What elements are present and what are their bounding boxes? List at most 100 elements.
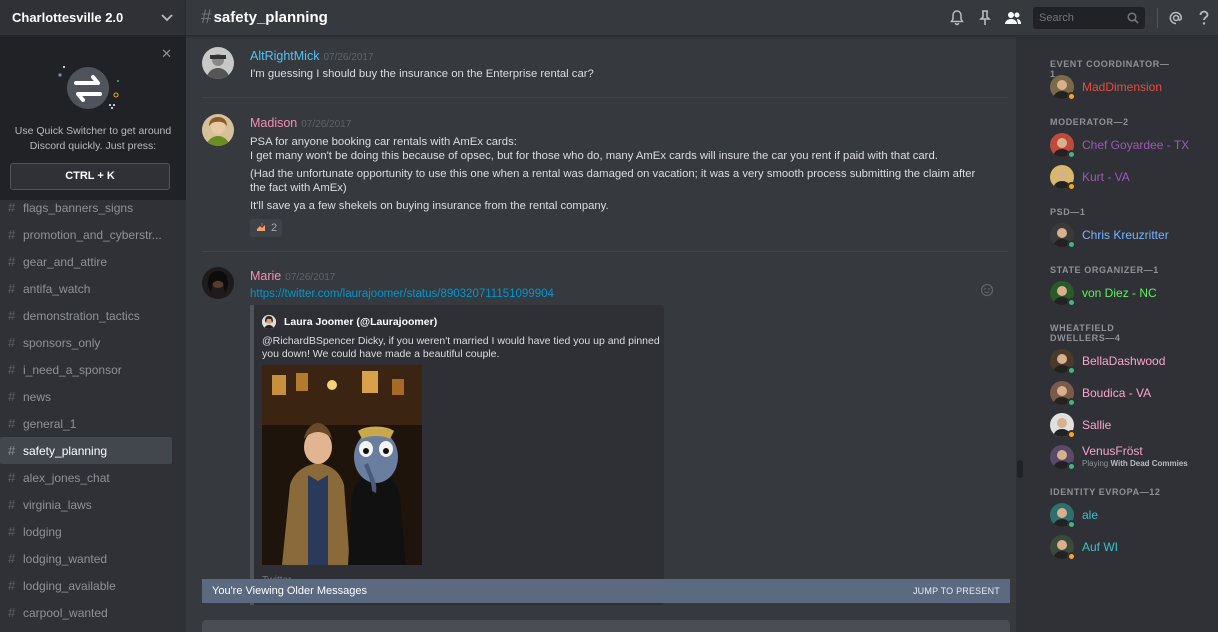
role-header: WHEATFIELD DWELLERS—4 xyxy=(1050,323,1121,343)
message-author[interactable]: Madison xyxy=(250,116,297,130)
member-item[interactable]: von Diez - NC xyxy=(1050,279,1210,307)
jump-to-present-button[interactable]: JUMP TO PRESENT xyxy=(913,586,1000,596)
message-scrollbar[interactable] xyxy=(1016,37,1024,632)
member-item[interactable]: Auf WI xyxy=(1050,533,1210,561)
status-indicator xyxy=(1067,398,1076,407)
shortcut-key: CTRL + K xyxy=(10,163,170,190)
message-composer[interactable] xyxy=(202,620,1010,632)
role-header: STATE ORGANIZER—1 xyxy=(1050,265,1159,275)
older-messages-bar: You're Viewing Older Messages JUMP TO PR… xyxy=(202,579,1010,603)
search-box[interactable] xyxy=(1033,7,1145,29)
chevron-down-icon[interactable] xyxy=(160,11,174,25)
message-body: AltRightMick 07/26/2017 I'm guessing I sh… xyxy=(250,47,990,81)
toolbar-divider xyxy=(1157,8,1158,28)
message-timestamp: 07/26/2017 xyxy=(301,119,352,130)
server-name: Charlottesville 2.0 xyxy=(12,10,124,25)
status-indicator xyxy=(1067,366,1076,375)
channel-hash-icon: # xyxy=(8,497,16,512)
quick-switcher-tip: ✕ Use Quick Switcher to get around Disco… xyxy=(0,37,186,200)
close-icon[interactable]: ✕ xyxy=(161,47,172,60)
channel-item[interactable]: # sponsors_only xyxy=(0,329,172,356)
status-indicator xyxy=(1067,240,1076,249)
channel-item[interactable]: # lodging xyxy=(0,518,172,545)
status-indicator xyxy=(1067,430,1076,439)
channel-item[interactable]: # news xyxy=(0,383,172,410)
mention-icon[interactable] xyxy=(1162,0,1190,36)
members-icon[interactable] xyxy=(999,0,1027,36)
member-name: ale xyxy=(1082,508,1099,522)
message-author[interactable]: Marie xyxy=(250,269,281,283)
member-name: Auf WI xyxy=(1082,540,1119,554)
channel-hash-icon: # xyxy=(8,605,16,620)
member-item[interactable]: VenusFröst Playing With Dead Commies xyxy=(1050,443,1210,471)
avatar[interactable] xyxy=(202,47,234,79)
channel-item[interactable]: # demonstration_tactics xyxy=(0,302,172,329)
channel-name: lodging_available xyxy=(23,578,116,593)
channel-item[interactable]: # antifa_watch xyxy=(0,275,172,302)
member-item[interactable]: Kurt - VA xyxy=(1050,163,1210,191)
channel-name: lodging xyxy=(23,524,62,539)
message-text: I get many won't be doing this because o… xyxy=(250,150,938,162)
channel-item[interactable]: # i_need_a_sponsor xyxy=(0,356,172,383)
message-link[interactable]: https://twitter.com/laurajoomer/status/8… xyxy=(250,288,990,300)
member-item[interactable]: Chef Goyardee - TX xyxy=(1050,131,1210,159)
message-text: It'll save ya a few shekels on buying in… xyxy=(250,200,609,212)
channel-hash-icon: # xyxy=(8,335,16,350)
member-item[interactable]: MadDimension xyxy=(1050,73,1210,101)
channel-name: lodging_wanted xyxy=(23,551,108,566)
channel-name: promotion_and_cyberstr... xyxy=(23,227,162,242)
member-name: BellaDashwood xyxy=(1082,354,1166,368)
channel-item[interactable]: # virginia_laws xyxy=(0,491,172,518)
message-divider xyxy=(202,97,1008,98)
embed-image[interactable] xyxy=(262,365,422,565)
status-indicator xyxy=(1067,298,1076,307)
channel-name: flags_banners_signs xyxy=(23,200,134,215)
member-name: MadDimension xyxy=(1082,80,1163,94)
member-item[interactable]: BellaDashwood xyxy=(1050,347,1210,375)
reaction[interactable]: 2 xyxy=(250,219,283,237)
quick-switcher-text: Use Quick Switcher to get around Discord… xyxy=(14,125,172,152)
member-item[interactable]: Chris Kreuzritter xyxy=(1050,221,1210,249)
channel-name: alex_jones_chat xyxy=(23,470,110,485)
channel-item[interactable]: # promotion_and_cyberstr... xyxy=(0,221,172,248)
avatar[interactable] xyxy=(202,114,234,146)
channel-hash-icon: # xyxy=(8,524,16,539)
avatar[interactable] xyxy=(202,267,234,299)
channel-list: # flags_banners_signs # promotion_and_cyber… xyxy=(0,194,186,626)
channel-name: virginia_laws xyxy=(23,497,92,512)
channel-name: carpool_wanted xyxy=(23,605,108,620)
member-item[interactable]: ale xyxy=(1050,501,1210,529)
message-divider xyxy=(202,251,1008,252)
channel-item[interactable]: # gear_and_attire xyxy=(0,248,172,275)
message: AltRightMick 07/26/2017 I'm guessing I sh… xyxy=(202,47,1008,107)
embed-author[interactable]: Laura Joomer (@Laurajoomer) xyxy=(262,315,437,329)
channel-item[interactable]: # general_1 xyxy=(0,410,172,437)
message-body: Madison 07/26/2017 PSA for anyone booking… xyxy=(250,114,990,239)
channel-name: gear_and_attire xyxy=(23,254,108,269)
channel-hash-icon: # xyxy=(8,416,16,431)
channel-item[interactable]: # carpool_wanted xyxy=(0,599,172,626)
member-item[interactable]: Sallie xyxy=(1050,411,1210,439)
scrollbar-thumb[interactable] xyxy=(1017,460,1023,478)
channel-hash-icon: # xyxy=(8,254,16,269)
channel-item[interactable]: # alex_jones_chat xyxy=(0,464,172,491)
add-reaction-icon[interactable] xyxy=(980,283,994,297)
server-header[interactable]: Charlottesville 2.0 xyxy=(0,0,186,36)
help-icon[interactable] xyxy=(1190,0,1218,36)
channel-item[interactable]: # lodging_wanted xyxy=(0,545,172,572)
channel-item[interactable]: # safety_planning xyxy=(0,437,172,464)
bell-icon[interactable] xyxy=(943,0,971,36)
discord-app: Charlottesville 2.0 ✕ Use Quick Switcher… xyxy=(0,0,1218,632)
status-indicator xyxy=(1067,92,1076,101)
search-input[interactable] xyxy=(1039,12,1127,24)
message-list: AltRightMick 07/26/2017 I'm guessing I sh… xyxy=(186,37,1024,632)
role-header: IDENTITY EVROPA—12 xyxy=(1050,487,1161,497)
pin-icon[interactable] xyxy=(971,0,999,36)
member-name: Boudica - VA xyxy=(1082,386,1152,400)
message-author[interactable]: AltRightMick xyxy=(250,49,319,63)
channel-hash-icon: # xyxy=(201,6,212,28)
member-item[interactable]: Boudica - VA xyxy=(1050,379,1210,407)
activity-game: With Dead Commies xyxy=(1110,459,1188,468)
channel-hash-icon: # xyxy=(8,227,16,242)
channel-item[interactable]: # lodging_available xyxy=(0,572,172,599)
